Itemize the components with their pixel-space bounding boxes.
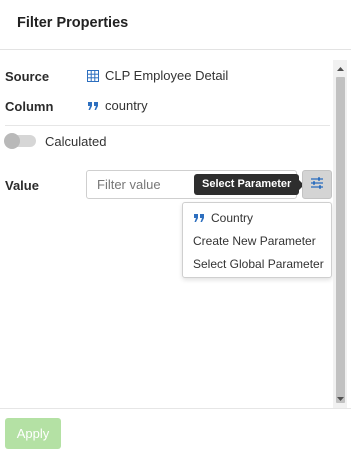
source-label: Source <box>5 69 50 84</box>
menu-item-label: Create New Parameter <box>193 233 316 248</box>
column-name: country <box>105 98 148 113</box>
parameter-menu: Country Create New Parameter Select Glob… <box>182 202 332 278</box>
menu-item-country[interactable]: Country <box>183 206 331 229</box>
column-label: Column <box>5 99 54 114</box>
panel-header: Filter Properties <box>0 0 351 50</box>
column-value: country <box>87 98 148 113</box>
menu-item-create-new-parameter[interactable]: Create New Parameter <box>183 229 331 252</box>
quote-icon <box>193 213 205 223</box>
apply-button[interactable]: Apply <box>5 418 61 449</box>
panel-content: Source CLP Employee Detail Column countr… <box>0 60 332 408</box>
section-divider <box>5 125 330 126</box>
scrollbar-thumb[interactable] <box>336 77 345 403</box>
toggle-knob <box>4 133 20 149</box>
calculated-toggle[interactable] <box>4 133 36 149</box>
source-value: CLP Employee Detail <box>87 68 228 83</box>
scroll-up-arrow-icon[interactable] <box>333 62 347 76</box>
menu-item-select-global-parameter[interactable]: Select Global Parameter <box>183 252 331 275</box>
quote-icon <box>87 101 99 111</box>
filter-properties-panel: Filter Properties Source CLP Employee De… <box>0 0 351 459</box>
footer-divider <box>0 408 351 409</box>
sliders-icon <box>310 176 324 194</box>
menu-item-label: Country <box>211 210 254 225</box>
select-parameter-tooltip: Select Parameter <box>194 174 305 195</box>
value-label: Value <box>5 178 39 193</box>
source-name: CLP Employee Detail <box>105 68 229 83</box>
panel-title: Filter Properties <box>17 15 129 31</box>
menu-item-label: Select Global Parameter <box>193 256 324 271</box>
scroll-down-arrow-icon[interactable] <box>333 392 347 406</box>
vertical-scrollbar[interactable] <box>333 60 347 408</box>
calculated-label: Calculated <box>45 134 107 149</box>
table-grid-icon <box>87 69 99 82</box>
select-parameter-button[interactable] <box>302 170 332 199</box>
